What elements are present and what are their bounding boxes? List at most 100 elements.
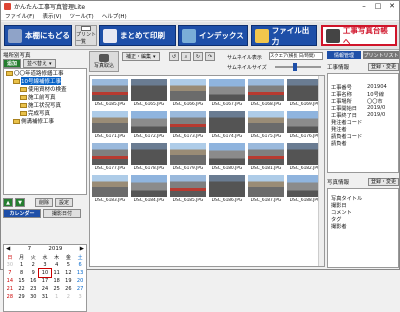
calendar-day[interactable]: 22 xyxy=(16,285,28,293)
calendar-day[interactable]: 29 xyxy=(16,293,28,301)
settings-button[interactable]: 設定 xyxy=(55,198,74,207)
photo-thumbnail[interactable]: DSC_6185.JPG xyxy=(169,174,207,205)
tree-item[interactable]: 〇〇年道路修繕工事 xyxy=(4,69,86,77)
calendar-day[interactable]: 24 xyxy=(39,285,51,293)
slider-handle[interactable] xyxy=(293,63,297,71)
calendar-day[interactable]: 7 xyxy=(4,269,16,277)
calendar-day[interactable]: 11 xyxy=(51,269,63,277)
menu-tools[interactable]: ツール(T) xyxy=(70,12,94,20)
calendar-day[interactable]: 17 xyxy=(39,277,51,285)
menu-file[interactable]: ファイル(F) xyxy=(5,12,34,20)
photo-thumbnail[interactable]: DSC_6180.JPG xyxy=(208,142,246,173)
calendar-day[interactable]: 2 xyxy=(27,261,39,269)
minimize-button[interactable]: – xyxy=(357,1,371,12)
calendar-day[interactable]: 26 xyxy=(63,285,75,293)
photo-thumbnail[interactable]: DSC_6185.JPG xyxy=(91,78,129,109)
calendar-day[interactable]: 31 xyxy=(39,293,51,301)
rotate-left-icon[interactable]: ↺ xyxy=(169,52,179,61)
maximize-button[interactable]: □ xyxy=(371,1,385,12)
tree-item[interactable]: 完成写真 xyxy=(4,109,86,117)
shoot-date-button[interactable]: 撮影日付 xyxy=(43,209,81,218)
print-all-button[interactable]: まとめて印刷 xyxy=(99,25,176,46)
photo-thumbnail[interactable]: DSC_6165.JPG xyxy=(130,78,168,109)
calendar-day[interactable]: 27 xyxy=(74,285,86,293)
calendar-button[interactable]: カレンダー xyxy=(3,209,41,218)
calendar-day[interactable]: 3 xyxy=(74,293,86,301)
tree-item[interactable]: 10号線補修工事 xyxy=(4,77,86,85)
calendar-day[interactable]: 15 xyxy=(16,277,28,285)
thumb-size-slider[interactable] xyxy=(275,63,321,71)
calendar-day[interactable]: 30 xyxy=(4,261,16,269)
calendar-day[interactable]: 14 xyxy=(4,277,16,285)
calendar-day[interactable]: 1 xyxy=(16,261,28,269)
photo-thumbnail[interactable]: DSC_6179.JPG xyxy=(169,142,207,173)
tab-info-management[interactable]: 情報管理 xyxy=(327,51,361,59)
calendar-day[interactable]: 9 xyxy=(27,269,39,277)
close-button[interactable]: ✕ xyxy=(385,1,399,12)
photo-info-label: 写真情報 xyxy=(327,179,350,186)
photo-thumbnail[interactable]: DSC_6166.JPG xyxy=(169,78,207,109)
calendar-day[interactable]: 13 xyxy=(74,269,86,277)
rotate-right-icon[interactable]: ↷ xyxy=(205,52,215,61)
calendar-day[interactable]: 16 xyxy=(27,277,39,285)
photo-thumbnail[interactable]: DSC_6172.JPG xyxy=(130,110,168,141)
tree-item[interactable]: 施工前写真 xyxy=(4,93,86,101)
move-up-button[interactable]: ▲ xyxy=(3,198,13,207)
photo-register-button[interactable]: 登録・変更 xyxy=(367,177,399,186)
vertical-scrollbar[interactable] xyxy=(318,76,324,266)
calendar-day[interactable]: 30 xyxy=(27,293,39,301)
calendar-day[interactable]: 5 xyxy=(63,261,75,269)
prev-month-icon[interactable]: ◀ xyxy=(6,246,10,252)
calendar-day[interactable]: 1 xyxy=(51,293,63,301)
calendar-day[interactable]: 25 xyxy=(51,285,63,293)
next-month-icon[interactable]: ▶ xyxy=(80,246,84,252)
calendar-day[interactable]: 18 xyxy=(51,277,63,285)
calendar-day[interactable]: 2 xyxy=(63,293,75,301)
photo-thumbnail[interactable]: DSC_6184.JPG xyxy=(130,174,168,205)
calendar-day[interactable]: 23 xyxy=(27,285,39,293)
index-button[interactable]: インデックス xyxy=(178,25,248,46)
calendar-day[interactable]: 19 xyxy=(63,277,75,285)
home-button[interactable]: 本棚にもどる xyxy=(4,25,72,46)
tree-item[interactable]: 側溝補修工事 xyxy=(4,117,86,125)
menu-view[interactable]: 表示(V) xyxy=(42,12,61,20)
photo-import-button[interactable]: 写真取込 xyxy=(89,51,119,72)
move-down-button[interactable]: ▼ xyxy=(15,198,25,207)
calendar-day[interactable]: 4 xyxy=(51,261,63,269)
photo-thumbnail[interactable]: DSC_6183.JPG xyxy=(91,174,129,205)
edit-menu-button[interactable]: 補正・編集 ▾ xyxy=(122,52,160,61)
photo-thumbnail[interactable]: DSC_6187.JPG xyxy=(247,174,285,205)
refresh-icon[interactable]: ↻ xyxy=(193,52,203,61)
calendar-day[interactable]: 6 xyxy=(74,261,86,269)
photo-thumbnail[interactable]: DSC_6175.JPG xyxy=(247,110,285,141)
file-output-button[interactable]: ファイル出力 xyxy=(251,25,317,46)
tree-item[interactable]: 使用資材の検査 xyxy=(4,85,86,93)
add-folder-button[interactable]: 追加 xyxy=(3,59,22,68)
photo-thumbnail[interactable]: DSC_6177.JPG xyxy=(91,142,129,173)
calendar-day[interactable]: 21 xyxy=(4,285,16,293)
calendar-day[interactable]: 3 xyxy=(39,261,51,269)
delete-button[interactable]: 削除 xyxy=(35,198,54,207)
menu-help[interactable]: ヘルプ(H) xyxy=(102,12,127,20)
search-icon[interactable]: ⌕ xyxy=(181,52,191,61)
calendar-day[interactable]: 12 xyxy=(63,269,75,277)
photo-thumbnail[interactable]: DSC_6167.JPG xyxy=(208,78,246,109)
sort-select[interactable]: 並べ替え ▾ xyxy=(23,59,56,68)
photo-ledger-button[interactable]: 工事写真台帳へ xyxy=(321,25,397,46)
photo-thumbnail[interactable]: DSC_6168.JPG xyxy=(247,78,285,109)
photo-thumbnail[interactable]: DSC_6186.JPG xyxy=(208,174,246,205)
photo-thumbnail[interactable]: DSC_6171.JPG xyxy=(91,110,129,141)
calendar-day[interactable]: 20 xyxy=(74,277,86,285)
photo-thumbnail[interactable]: DSC_6178.JPG xyxy=(130,142,168,173)
photo-thumbnail[interactable]: DSC_6173.JPG xyxy=(169,110,207,141)
calendar-day[interactable]: 8 xyxy=(16,269,28,277)
calendar-day[interactable]: 28 xyxy=(4,293,16,301)
photo-thumbnail[interactable]: DSC_6174.JPG xyxy=(208,110,246,141)
thumb-display-select[interactable]: スクエア(横長 日/時間) xyxy=(269,52,323,60)
project-register-button[interactable]: 登録・変更 xyxy=(367,62,399,71)
calendar-day[interactable]: 10 xyxy=(38,268,52,278)
tree-item[interactable]: 施工状況写真 xyxy=(4,101,86,109)
tab-print-list[interactable]: プリントリスト xyxy=(363,51,399,59)
photo-thumbnail[interactable]: DSC_6181.JPG xyxy=(247,142,285,173)
print-list-button[interactable]: プリント一覧 xyxy=(75,25,97,46)
